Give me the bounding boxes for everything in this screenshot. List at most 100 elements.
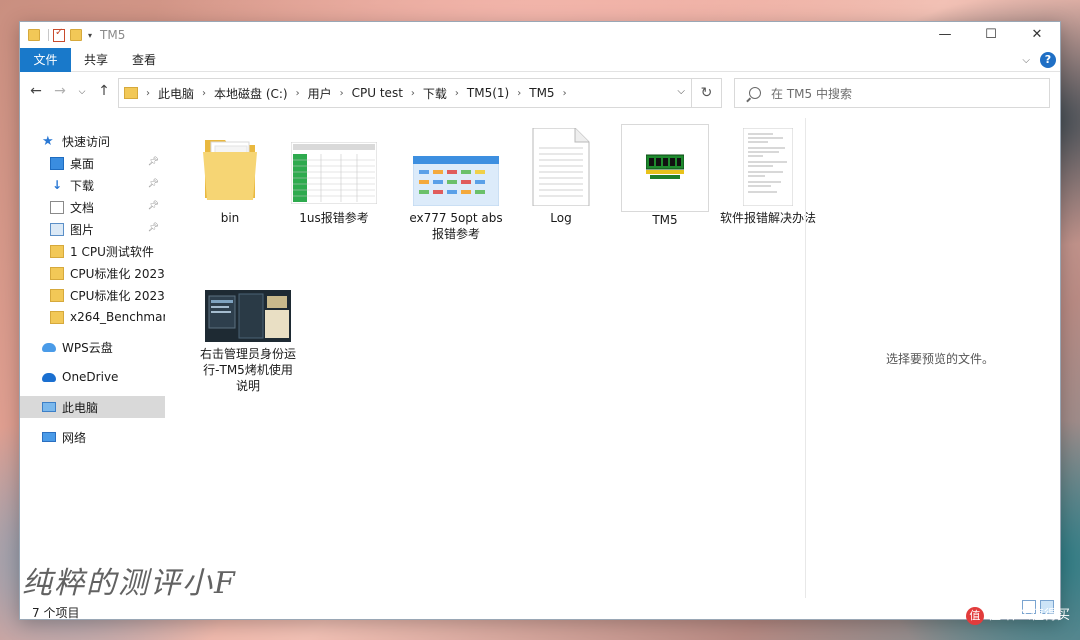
nav-label: WPS云盘 xyxy=(62,340,113,355)
minimize-button[interactable]: — xyxy=(922,22,968,48)
document-thumbnail-icon xyxy=(742,127,794,207)
nav-folder-cpu-standard-2023-a[interactable]: CPU标准化 2023 xyxy=(20,262,165,284)
properties-icon[interactable] xyxy=(53,27,65,42)
folder-icon xyxy=(201,128,259,206)
file-item-tm5-manual[interactable]: 右击管理员身份运行-TM5烤机使用说明 xyxy=(198,290,298,394)
folder-icon xyxy=(50,288,64,302)
recent-locations-chevron-icon[interactable]: ⌵ xyxy=(72,87,92,97)
file-list: bin 1us报错参考 ex777 5opt abs 报错参考 Log TM5 … xyxy=(166,118,816,598)
window-title: TM5 xyxy=(100,28,126,42)
nav-wps-cloud[interactable]: WPS云盘 xyxy=(20,336,165,358)
folder-icon xyxy=(124,87,138,99)
new-folder-icon[interactable] xyxy=(70,29,82,41)
help-icon[interactable]: ? xyxy=(1040,52,1056,68)
refresh-icon[interactable]: ↻ xyxy=(692,78,722,108)
breadcrumb-cpu-test[interactable]: CPU test xyxy=(352,86,403,100)
nav-folder-cpu-test-software[interactable]: 1 CPU测试软件 xyxy=(20,240,165,262)
site-watermark-text: 值 什么值得买 xyxy=(987,608,1070,623)
nav-label: x264_Benchmark_ xyxy=(70,310,165,324)
breadcrumb-tm5[interactable]: TM5 xyxy=(529,86,554,100)
onedrive-icon xyxy=(42,372,56,382)
breadcrumb-separator-icon[interactable]: › xyxy=(202,88,206,99)
address-row: ← → ⌵ ↑ › 此电脑 › 本地磁盘 (C:) › 用户 › CPU test › … xyxy=(20,78,1060,108)
nav-documents[interactable]: 文档 📌︎ xyxy=(20,196,165,218)
nav-label: 图片 xyxy=(70,222,95,237)
nav-this-pc[interactable]: 此电脑 xyxy=(20,396,165,418)
tab-share[interactable]: 共享 xyxy=(72,48,120,71)
breadcrumb-separator-icon[interactable]: › xyxy=(517,88,521,99)
file-item-log[interactable]: Log xyxy=(511,127,611,226)
address-bar[interactable]: › 此电脑 › 本地磁盘 (C:) › 用户 › CPU test › 下载 › TM5(… xyxy=(118,78,692,108)
nav-desktop[interactable]: 桌面 📌︎ xyxy=(20,152,165,174)
breadcrumb-tm5-1[interactable]: TM5(1) xyxy=(467,86,509,100)
file-item-1us-error-ref[interactable]: 1us报错参考 xyxy=(284,128,384,226)
desktop-icon xyxy=(50,156,64,170)
nav-label: CPU标准化 2023 xyxy=(70,288,165,303)
file-item-error-solution[interactable]: 软件报错解决办法 xyxy=(718,127,818,226)
wps-cloud-icon xyxy=(42,342,56,352)
file-item-tm5-exe[interactable]: TM5 xyxy=(615,124,715,228)
nav-downloads[interactable]: ↓ 下载 📌︎ xyxy=(20,174,165,196)
star-icon: ★ xyxy=(42,133,54,149)
breadcrumb-separator-icon[interactable]: › xyxy=(563,88,567,99)
breadcrumb-users[interactable]: 用户 xyxy=(308,85,332,102)
search-placeholder: 在 TM5 中搜索 xyxy=(771,86,852,101)
expand-ribbon-chevron-icon[interactable]: ⌵ xyxy=(1022,55,1030,66)
file-name: TM5 xyxy=(652,213,678,227)
breadcrumb-local-disk[interactable]: 本地磁盘 (C:) xyxy=(214,85,288,102)
file-name: Log xyxy=(550,211,572,225)
screenshot-image-icon xyxy=(205,290,291,342)
back-arrow-icon[interactable]: ← xyxy=(26,83,46,99)
breadcrumb-separator-icon[interactable]: › xyxy=(296,88,300,99)
folder-icon xyxy=(50,244,64,258)
breadcrumb-separator-icon[interactable]: › xyxy=(411,88,415,99)
this-pc-icon xyxy=(42,402,56,412)
nav-pictures[interactable]: 图片 📌︎ xyxy=(20,218,165,240)
nav-network[interactable]: 网络 xyxy=(20,426,165,448)
folder-icon xyxy=(50,266,64,280)
breadcrumb-separator-icon[interactable]: › xyxy=(455,88,459,99)
close-button[interactable]: ✕ xyxy=(1014,22,1060,48)
search-icon xyxy=(749,87,761,99)
pin-icon[interactable]: 📌︎ xyxy=(148,179,159,189)
breadcrumb-this-pc[interactable]: 此电脑 xyxy=(158,85,194,102)
maximize-button[interactable]: ☐ xyxy=(968,22,1014,48)
document-icon xyxy=(50,200,64,214)
nav-label: OneDrive xyxy=(62,370,119,384)
pin-icon[interactable]: 📌︎ xyxy=(148,223,159,233)
search-input[interactable]: 在 TM5 中搜索 xyxy=(734,78,1050,108)
file-item-ex777-error-ref[interactable]: ex777 5opt abs 报错参考 xyxy=(406,128,506,242)
address-history-chevron-icon[interactable]: ⌵ xyxy=(677,86,685,97)
nav-folder-cpu-standard-2023-b[interactable]: CPU标准化 2023 xyxy=(20,284,165,306)
forward-arrow-icon[interactable]: → xyxy=(50,83,70,99)
site-logo-icon: 值 xyxy=(965,607,984,625)
status-item-count: 7 个项目 xyxy=(32,606,80,620)
breadcrumb-separator-icon[interactable]: › xyxy=(340,88,344,99)
nav-folder-x264-benchmark[interactable]: x264_Benchmark_ xyxy=(20,306,165,328)
site-watermark: 值值 什么值得买 xyxy=(965,604,1070,625)
file-name: 右击管理员身份运行-TM5烤机使用说明 xyxy=(199,347,296,393)
tab-view[interactable]: 查看 xyxy=(120,48,168,71)
breadcrumb-downloads[interactable]: 下载 xyxy=(423,85,447,102)
nav-label: 快速访问 xyxy=(62,134,111,149)
tab-file[interactable]: 文件 xyxy=(20,48,71,72)
network-icon xyxy=(42,432,56,442)
quick-access-toolbar: ▾ xyxy=(28,27,92,42)
text-file-icon xyxy=(531,127,591,207)
customize-toolbar-chevron-icon[interactable]: ▾ xyxy=(88,31,92,40)
pin-icon[interactable]: 📌︎ xyxy=(148,201,159,211)
ribbon-tabs: 文件 主页 共享 查看 ⌵ ? xyxy=(20,48,1060,72)
nav-quick-access[interactable]: ★ 快速访问 xyxy=(20,130,165,152)
pin-icon[interactable]: 📌︎ xyxy=(148,157,159,167)
up-arrow-icon[interactable]: ↑ xyxy=(94,83,114,99)
nav-onedrive[interactable]: OneDrive xyxy=(20,366,165,388)
folder-icon xyxy=(50,310,64,324)
download-icon: ↓ xyxy=(51,177,63,192)
navigation-pane: ★ 快速访问 桌面 📌︎ ↓ 下载 📌︎ 文档 📌︎ 图片 📌︎ 1 CPU测试… xyxy=(20,126,165,596)
author-watermark: 纯粹的测评小F xyxy=(22,566,237,601)
picture-icon xyxy=(50,222,64,236)
file-item-bin[interactable]: bin xyxy=(180,128,280,226)
preview-pane-divider[interactable] xyxy=(805,118,806,598)
breadcrumb-separator-icon[interactable]: › xyxy=(146,88,150,99)
preview-pane-message: 选择要预览的文件。 xyxy=(885,352,994,366)
